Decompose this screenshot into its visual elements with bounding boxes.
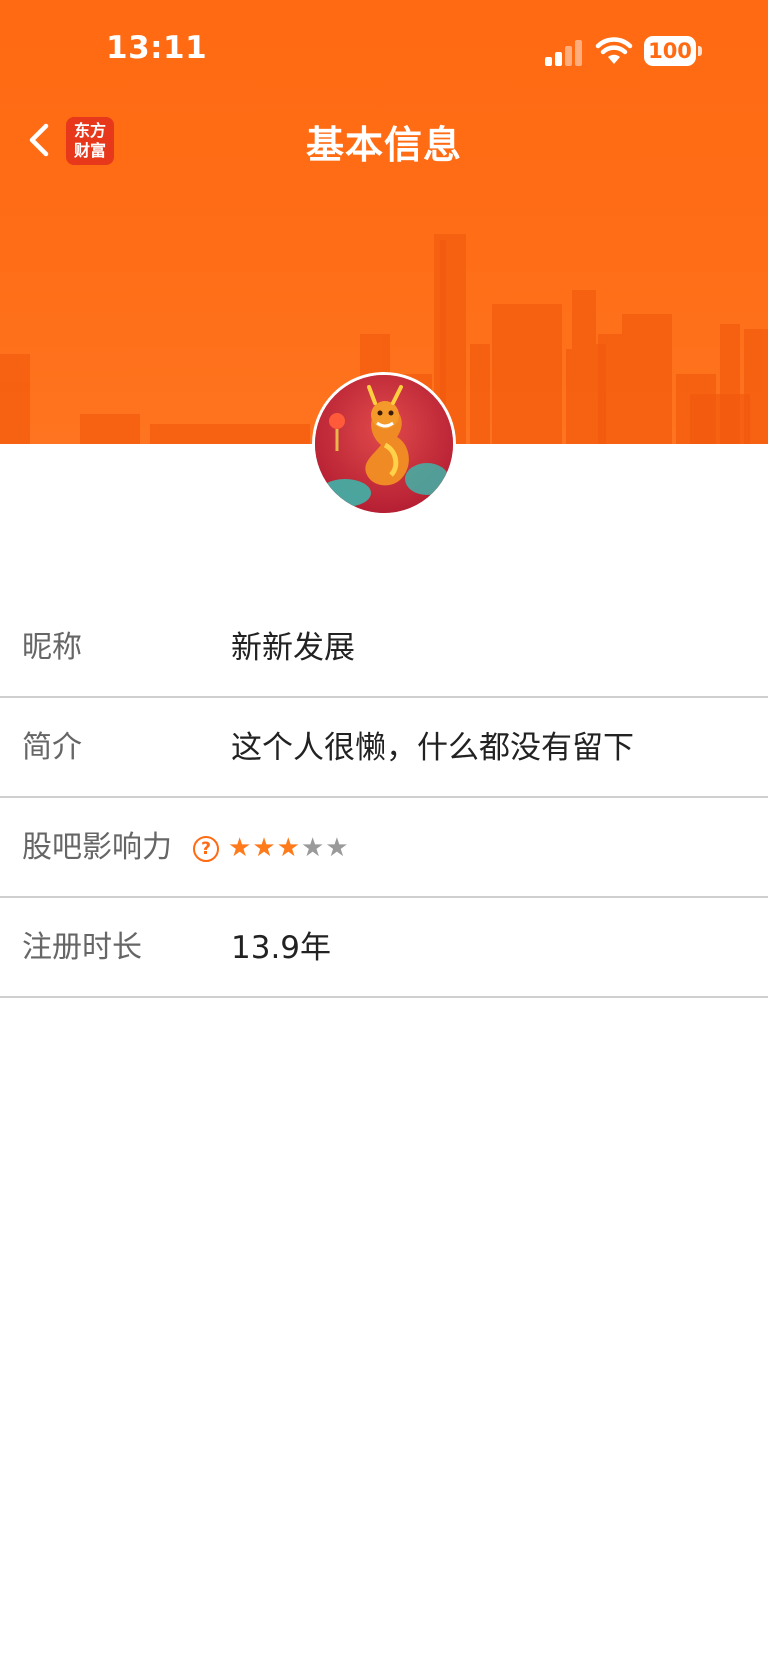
profile-info-list: 昵称 新新发展 简介 这个人很懒，什么都没有留下 股吧影响力 ? ★★★★★ 注… bbox=[0, 598, 768, 998]
battery-level: 100 bbox=[644, 36, 696, 66]
registration-value: 13.9年 bbox=[231, 930, 332, 966]
nickname-label: 昵称 bbox=[22, 630, 82, 665]
bio-label: 简介 bbox=[22, 730, 82, 765]
navigation-bar: 东方 财富 基本信息 bbox=[0, 100, 768, 180]
influence-rating: ★★★★★ bbox=[228, 798, 350, 898]
battery-cap bbox=[698, 46, 702, 56]
star-icon: ★ bbox=[325, 833, 350, 863]
registration-label: 注册时长 bbox=[22, 930, 142, 965]
info-row-influence: 股吧影响力 ? ★★★★★ bbox=[0, 798, 768, 898]
info-row-nickname: 昵称 新新发展 bbox=[0, 598, 768, 698]
star-icon: ★ bbox=[228, 833, 253, 863]
influence-label: 股吧影响力 bbox=[22, 830, 172, 865]
user-avatar[interactable] bbox=[312, 372, 456, 516]
star-icon: ★ bbox=[300, 833, 326, 863]
cellular-signal-icon bbox=[545, 40, 582, 66]
wifi-icon bbox=[595, 37, 633, 64]
status-bar: 13:11 100 bbox=[0, 0, 768, 100]
question-circle-icon[interactable]: ? bbox=[193, 836, 219, 862]
star-icon: ★ bbox=[252, 833, 277, 863]
status-time: 13:11 bbox=[106, 30, 208, 66]
info-row-bio: 简介 这个人很懒，什么都没有留下 bbox=[0, 698, 768, 798]
nickname-value: 新新发展 bbox=[231, 630, 355, 666]
page-title: 基本信息 bbox=[305, 123, 462, 167]
info-row-registration: 注册时长 13.9年 bbox=[0, 898, 768, 998]
bio-value: 这个人很懒，什么都没有留下 bbox=[231, 730, 634, 766]
star-icon: ★ bbox=[276, 833, 301, 863]
dragon-avatar-image bbox=[315, 375, 453, 513]
battery-icon: 100 bbox=[644, 36, 702, 66]
